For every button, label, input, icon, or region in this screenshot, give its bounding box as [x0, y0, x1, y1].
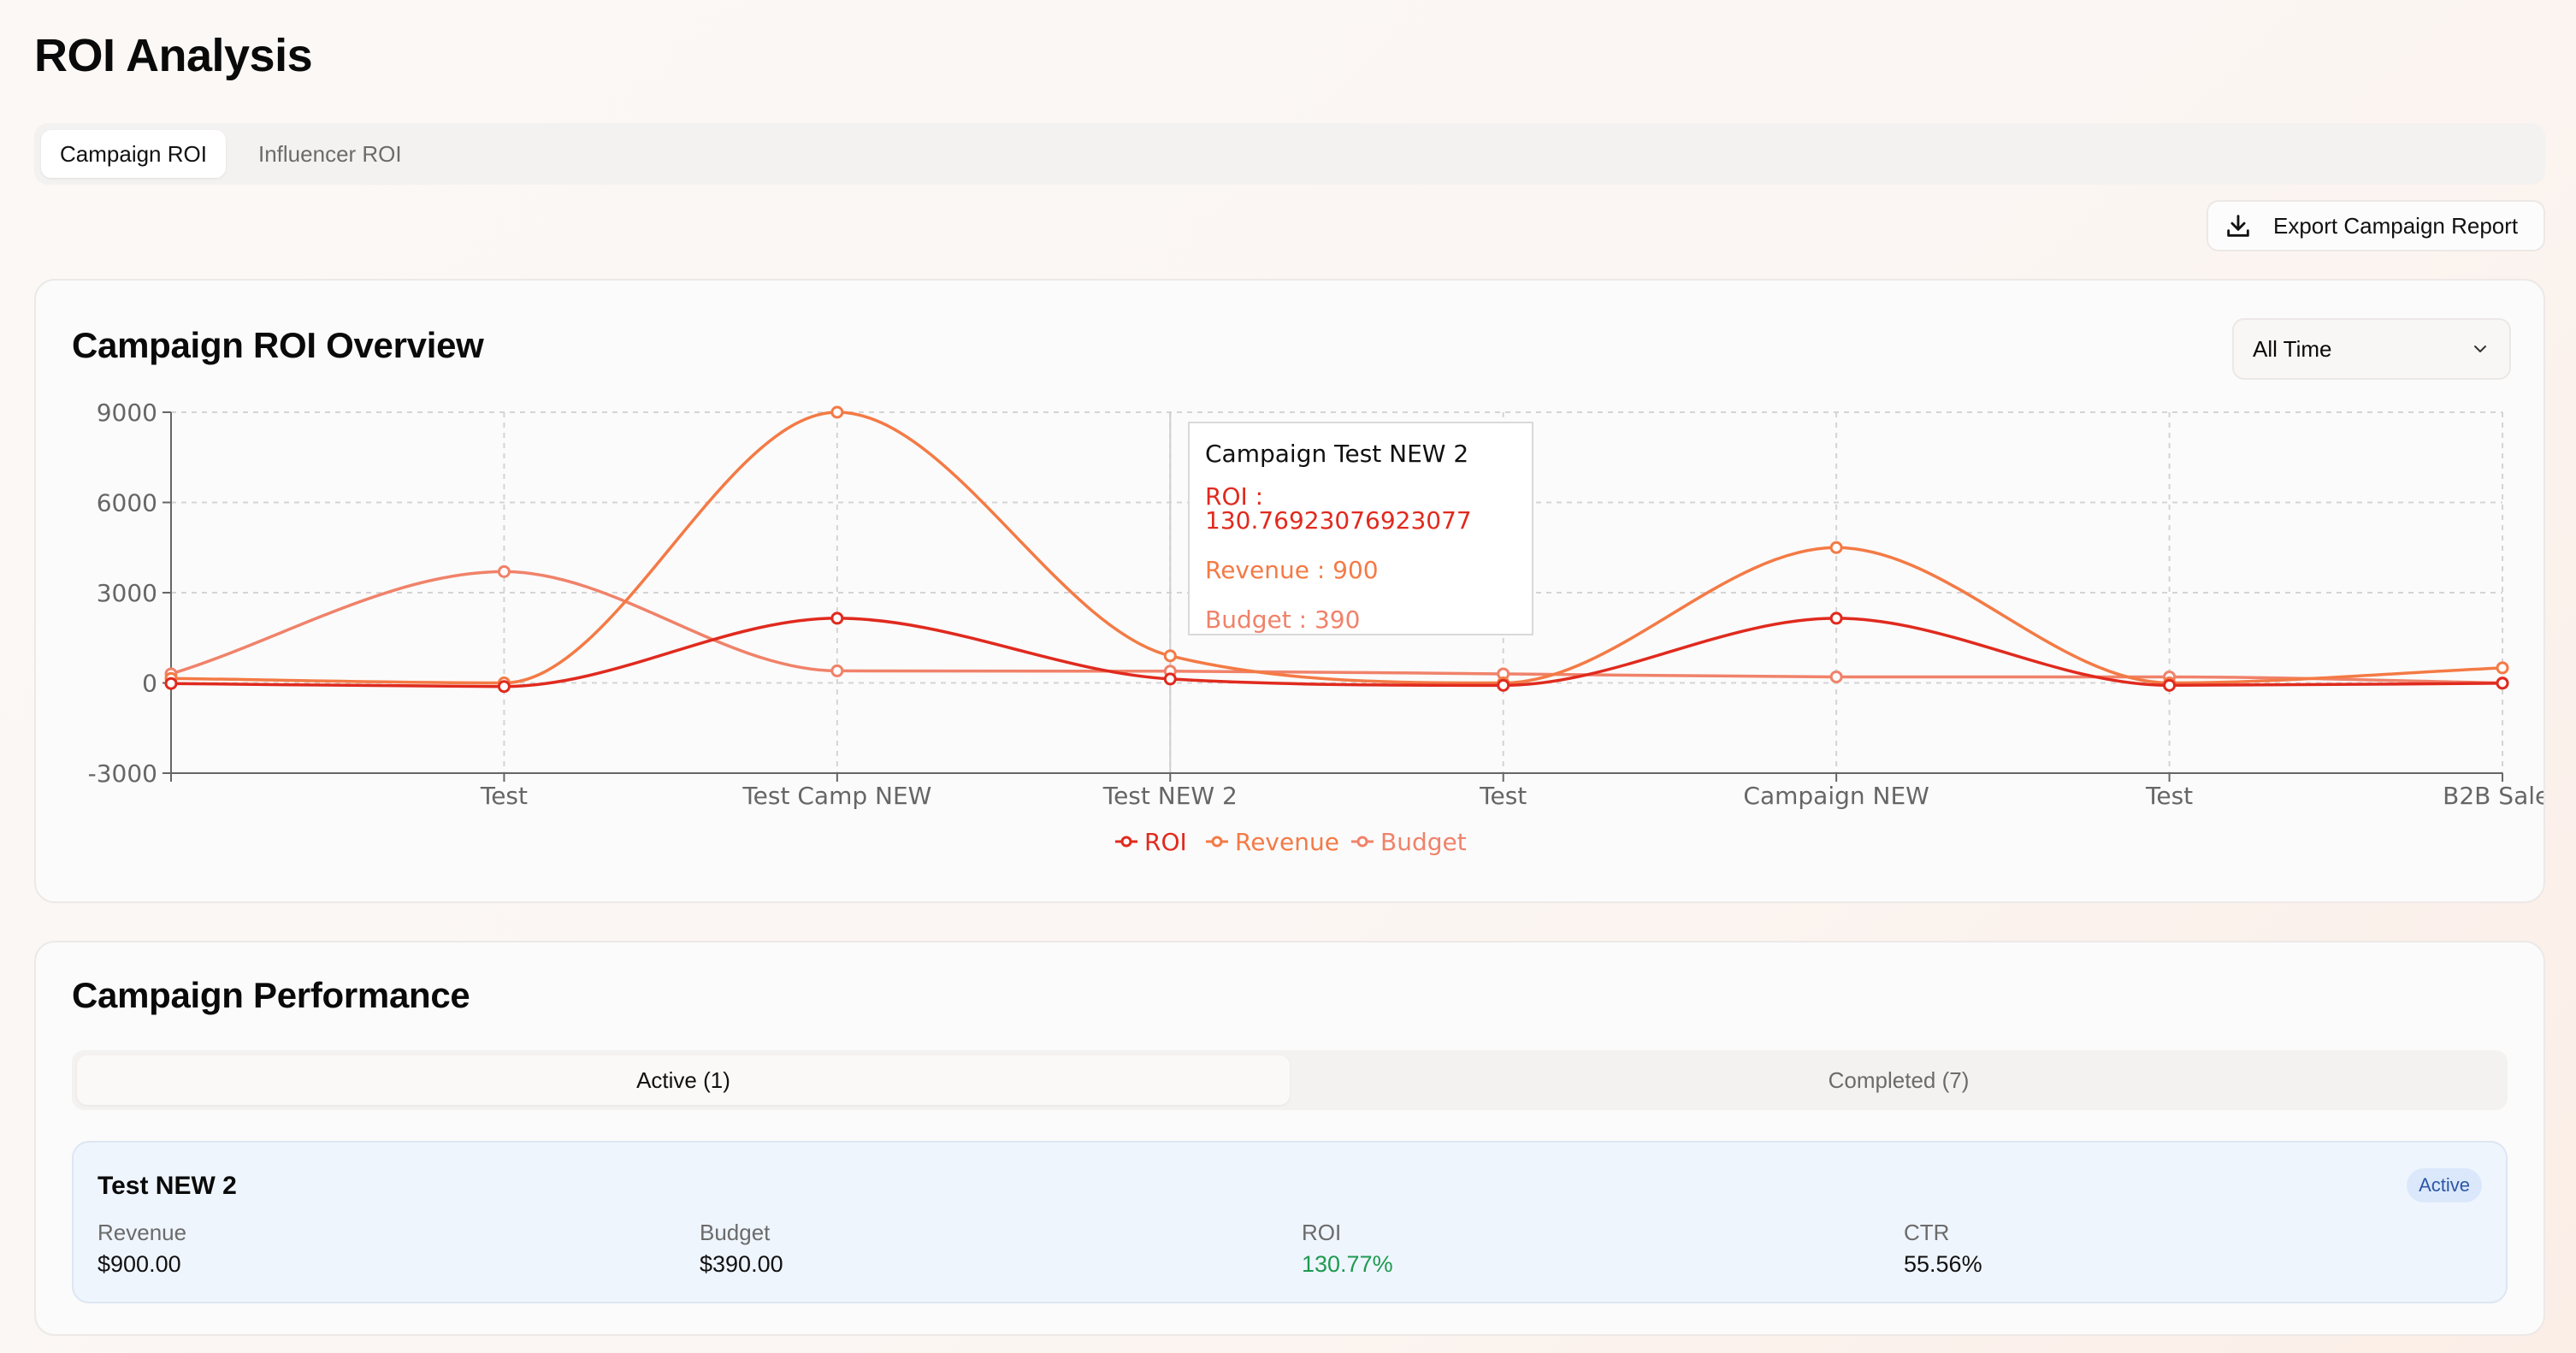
- metric-roi: ROI 130.77%: [1302, 1220, 1393, 1278]
- data-point-budget: [1829, 670, 1843, 683]
- legend-label-roi: ROI: [1144, 828, 1187, 856]
- metric-value: $390.00: [700, 1251, 783, 1277]
- data-point-roi: [2496, 676, 2509, 690]
- metric-label: Revenue: [97, 1220, 187, 1245]
- y-tick-label: 6000: [97, 489, 157, 517]
- metric-revenue: Revenue $900.00: [97, 1220, 186, 1278]
- legend-marker-roi: [1120, 836, 1132, 848]
- campaign-roi-overview-card: Campaign ROI Overview All Time -3000 0 300…: [34, 279, 2545, 903]
- data-point-roi: [830, 612, 844, 625]
- metric-value: 55.56%: [1904, 1251, 1982, 1277]
- legend-marker-budget: [1356, 836, 1368, 848]
- tooltip-budget: Budget : 390: [1205, 606, 1361, 634]
- status-tabs: Active (1) Completed (7): [72, 1050, 2508, 1110]
- data-point-revenue: [1163, 649, 1177, 663]
- x-tick-label: Campaign NEW: [1743, 782, 1929, 810]
- tooltip-roi: ROI : 130.76923076923077: [1205, 482, 1472, 535]
- tab-completed-campaigns[interactable]: Completed (7): [1295, 1055, 2502, 1105]
- x-tick-label: Test: [1479, 782, 1527, 810]
- roi-tabs: Campaign ROI Influencer ROI: [34, 123, 2545, 185]
- metric-budget: Budget $390.00: [700, 1220, 783, 1278]
- status-badge: Active: [2407, 1168, 2482, 1202]
- data-point-roi: [497, 680, 511, 694]
- metric-label: ROI: [1302, 1220, 1342, 1245]
- tab-influencer-roi[interactable]: Influencer ROI: [239, 130, 421, 178]
- data-point-budget: [497, 564, 511, 578]
- legend-label-budget: Budget: [1380, 828, 1467, 856]
- export-campaign-report-button[interactable]: Export Campaign Report: [2207, 200, 2545, 251]
- chart-tooltip: Campaign Test NEW 2 ROI : 130.7692307692…: [1188, 422, 1533, 635]
- y-tick-label: 3000: [97, 579, 157, 607]
- tab-campaign-roi[interactable]: Campaign ROI: [41, 130, 226, 178]
- tooltip-title: Campaign Test NEW 2: [1205, 440, 1469, 468]
- data-point-revenue: [2496, 661, 2509, 675]
- metric-value: $900.00: [97, 1251, 181, 1277]
- data-point-roi: [1829, 612, 1843, 625]
- y-tick-label: 9000: [97, 399, 157, 427]
- data-point-roi: [2163, 678, 2177, 692]
- data-point-roi: [1497, 678, 1510, 692]
- data-point-budget: [830, 664, 844, 677]
- page-title: ROI Analysis: [34, 30, 313, 81]
- x-tick-label: Test Camp NEW: [741, 782, 931, 810]
- legend-label-revenue: Revenue: [1235, 828, 1339, 856]
- data-point-roi: [164, 676, 178, 690]
- metric-label: Budget: [700, 1220, 771, 1245]
- data-point-roi: [1163, 672, 1177, 686]
- x-tick-label: Test: [480, 782, 528, 810]
- tooltip-revenue: Revenue : 900: [1205, 556, 1379, 584]
- campaign-card[interactable]: Test NEW 2 Active Revenue $900.00 Budget…: [72, 1141, 2508, 1303]
- campaign-performance-card: Campaign Performance Active (1) Complete…: [34, 941, 2545, 1336]
- y-tick-label: 0: [142, 670, 157, 698]
- metric-value: 130.77%: [1302, 1251, 1393, 1277]
- metric-label: CTR: [1904, 1220, 1950, 1245]
- metric-ctr: CTR 55.56%: [1904, 1220, 1982, 1278]
- export-button-label: Export Campaign Report: [2273, 212, 2519, 239]
- download-icon: [2224, 211, 2253, 240]
- data-point-revenue: [1829, 541, 1843, 554]
- x-tick-label: Test: [2145, 782, 2193, 810]
- x-tick-label: Test NEW 2: [1102, 782, 1238, 810]
- x-tick-label: B2B Sales: [2443, 782, 2544, 810]
- campaign-name: Test NEW 2: [97, 1172, 237, 1200]
- y-tick-label: -3000: [88, 759, 157, 788]
- legend-marker-revenue: [1211, 836, 1223, 848]
- data-point-revenue: [830, 405, 844, 419]
- tab-active-campaigns[interactable]: Active (1): [77, 1055, 1290, 1105]
- performance-title: Campaign Performance: [72, 975, 470, 1015]
